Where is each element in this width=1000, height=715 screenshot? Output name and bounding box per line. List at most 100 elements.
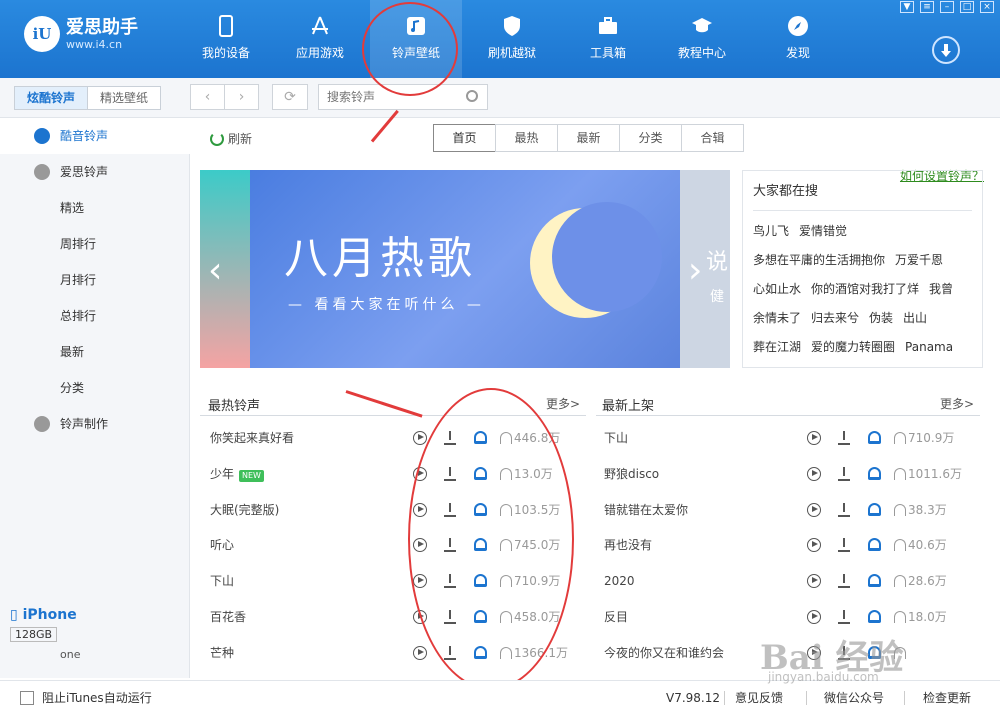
play-icon[interactable] bbox=[413, 645, 427, 660]
banner-title: 八月热歌 bbox=[284, 233, 476, 284]
sidebar-item-alltime[interactable]: 总排行 bbox=[0, 298, 190, 334]
hot-more-link[interactable]: 更多> bbox=[546, 395, 580, 412]
download-manager-icon[interactable] bbox=[932, 36, 960, 64]
tab-cool-ringtones[interactable]: 炫酷铃声 bbox=[14, 86, 88, 110]
feedback-link[interactable]: 意见反馈 bbox=[735, 681, 783, 715]
reload-button[interactable]: ⟳ bbox=[272, 84, 308, 110]
tab-collection[interactable]: 合辑 bbox=[681, 124, 744, 152]
chevron-right-icon[interactable]: › bbox=[688, 250, 702, 291]
set-ringtone-icon[interactable] bbox=[868, 466, 881, 480]
play-icon[interactable] bbox=[807, 502, 821, 517]
nav-my-device[interactable]: 我的设备 bbox=[180, 0, 272, 78]
song-name[interactable]: 反目 bbox=[604, 599, 628, 635]
search-icon[interactable] bbox=[466, 90, 478, 102]
tab-newest[interactable]: 最新 bbox=[557, 124, 620, 152]
trending-tag[interactable]: Panama bbox=[905, 337, 953, 357]
song-title: 芒种 bbox=[210, 645, 235, 660]
trending-tag[interactable]: 万爱千恩 bbox=[895, 250, 943, 270]
refresh-button[interactable]: 刷新 bbox=[210, 130, 252, 147]
maximize-icon[interactable]: □ bbox=[960, 1, 974, 13]
song-name[interactable]: 2020 bbox=[604, 563, 635, 599]
play-icon[interactable] bbox=[413, 431, 427, 445]
set-ringtone-icon[interactable] bbox=[868, 574, 881, 588]
download-icon[interactable] bbox=[837, 430, 851, 446]
latest-more-link[interactable]: 更多> bbox=[940, 395, 974, 412]
sidebar-item-weekly[interactable]: 周排行 bbox=[0, 226, 190, 262]
download-icon[interactable] bbox=[837, 609, 851, 625]
song-name[interactable]: 你笑起来真好看 bbox=[210, 420, 294, 456]
minimize-icon[interactable]: – bbox=[940, 1, 954, 13]
tab-home[interactable]: 首页 bbox=[433, 124, 496, 152]
check-update-link[interactable]: 检查更新 bbox=[923, 681, 971, 715]
play-icon[interactable] bbox=[807, 431, 821, 445]
forward-button[interactable]: › bbox=[224, 84, 259, 110]
download-icon[interactable] bbox=[837, 537, 851, 553]
sidebar-item-monthly[interactable]: 月排行 bbox=[0, 262, 190, 298]
tab-category[interactable]: 分类 bbox=[619, 124, 682, 152]
trending-tag[interactable]: 我曾 bbox=[929, 279, 953, 299]
hot-list-title: 最热铃声 bbox=[208, 399, 261, 414]
headphones-icon bbox=[894, 575, 906, 588]
trending-tag[interactable]: 爱情错觉 bbox=[799, 221, 847, 241]
play-icon[interactable] bbox=[807, 574, 821, 589]
music-note-icon bbox=[34, 416, 50, 432]
chevron-left-icon[interactable]: ‹ bbox=[208, 250, 222, 291]
song-name[interactable]: 下山 bbox=[210, 563, 234, 599]
song-name[interactable]: 下山 bbox=[604, 420, 628, 456]
song-name[interactable]: 错就错在太爱你 bbox=[604, 492, 688, 528]
song-name[interactable]: 大眠(完整版) bbox=[210, 492, 279, 528]
set-ringtone-icon[interactable] bbox=[868, 610, 881, 623]
play-icon[interactable] bbox=[807, 538, 821, 553]
sidebar-item-newest[interactable]: 最新 bbox=[0, 334, 190, 370]
sidebar-item-kuyin[interactable]: 酷音铃声 bbox=[0, 118, 190, 154]
set-ringtone-icon[interactable] bbox=[868, 431, 881, 444]
download-icon[interactable] bbox=[837, 466, 851, 482]
skin-icon[interactable]: ▼ bbox=[900, 1, 914, 13]
nav-apps-games[interactable]: 应用游戏 bbox=[274, 0, 366, 78]
headphones-icon bbox=[894, 539, 906, 552]
itunes-autorun-checkbox[interactable] bbox=[20, 691, 34, 705]
wechat-link[interactable]: 微信公众号 bbox=[824, 681, 884, 715]
trending-tag[interactable]: 爱的魔力转圈圈 bbox=[811, 337, 895, 357]
trending-tag[interactable]: 多想在平庸的生活拥抱你 bbox=[753, 250, 885, 270]
download-icon[interactable] bbox=[837, 502, 851, 518]
song-name[interactable]: 百花香 bbox=[210, 599, 246, 635]
device-info[interactable]: ▯ iPhone 128GB one bbox=[10, 607, 80, 661]
trending-tag[interactable]: 余情未了 bbox=[753, 308, 801, 328]
trending-tag[interactable]: 伪装 bbox=[869, 308, 893, 328]
nav-flash-jailbreak[interactable]: 刷机越狱 bbox=[466, 0, 558, 78]
sidebar-item-maker[interactable]: 铃声制作 bbox=[0, 406, 190, 442]
song-name[interactable]: 野狼disco bbox=[604, 456, 659, 492]
play-icon[interactable] bbox=[807, 610, 821, 624]
banner-slide[interactable]: 八月热歌 — 看看大家在听什么 — bbox=[250, 170, 680, 368]
song-row: 再也没有 40.6万 bbox=[594, 527, 980, 563]
sidebar-item-featured[interactable]: 精选 bbox=[0, 190, 190, 226]
set-ringtone-icon[interactable] bbox=[868, 502, 881, 516]
song-name[interactable]: 今夜的你又在和谁约会 bbox=[604, 635, 724, 671]
trending-title: 大家都在搜 bbox=[753, 171, 972, 211]
tab-wallpapers[interactable]: 精选壁纸 bbox=[87, 86, 161, 110]
back-button[interactable]: ‹ bbox=[190, 84, 225, 110]
song-name[interactable]: 少年 NEW bbox=[210, 456, 264, 492]
download-icon[interactable] bbox=[837, 573, 851, 589]
sidebar-item-i4[interactable]: 爱思铃声 bbox=[0, 154, 190, 190]
sidebar-item-category[interactable]: 分类 bbox=[0, 370, 190, 406]
trending-tag[interactable]: 鸟儿飞 bbox=[753, 221, 789, 241]
close-icon[interactable]: × bbox=[980, 1, 994, 13]
banner-carousel[interactable]: 八月热歌 — 看看大家在听什么 — 说 健 ‹ › bbox=[200, 170, 730, 368]
nav-toolbox[interactable]: 工具箱 bbox=[562, 0, 654, 78]
trending-tag[interactable]: 你的酒馆对我打了烊 bbox=[811, 279, 919, 299]
set-ringtone-icon[interactable] bbox=[868, 538, 881, 552]
tab-hottest[interactable]: 最热 bbox=[495, 124, 558, 152]
trending-tag[interactable]: 出山 bbox=[903, 308, 927, 328]
trending-tag[interactable]: 归去来兮 bbox=[811, 308, 859, 328]
trending-tag[interactable]: 心如止水 bbox=[753, 279, 801, 299]
nav-discover[interactable]: 发现 bbox=[752, 0, 844, 78]
song-name[interactable]: 再也没有 bbox=[604, 527, 652, 563]
menu-icon[interactable]: ≡ bbox=[920, 1, 934, 13]
song-name[interactable]: 芒种 bbox=[210, 635, 234, 671]
play-icon[interactable] bbox=[807, 466, 821, 481]
nav-tutorials[interactable]: 教程中心 bbox=[656, 0, 748, 78]
song-name[interactable]: 听心 bbox=[210, 527, 234, 563]
trending-tag[interactable]: 葬在江湖 bbox=[753, 337, 801, 357]
